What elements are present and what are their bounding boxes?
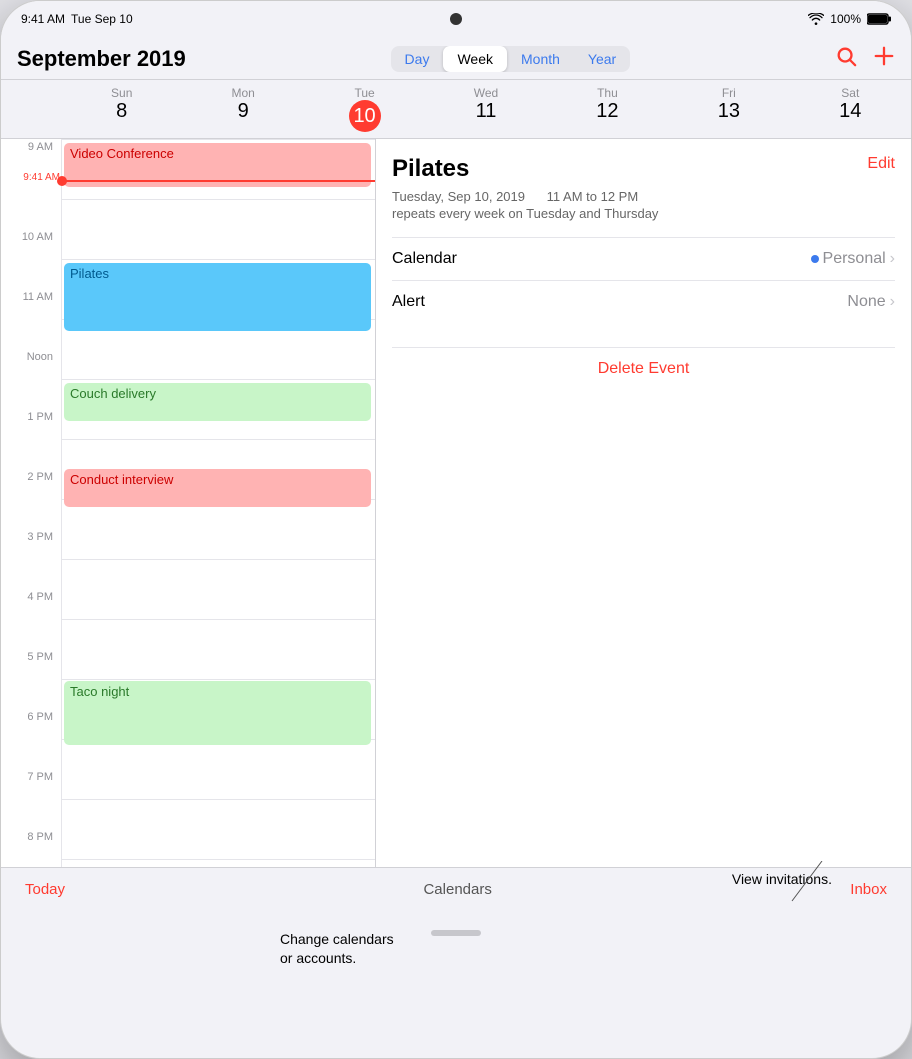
day-label-sat: Sat xyxy=(841,86,859,100)
day-header-fri[interactable]: Fri 13 xyxy=(668,80,789,138)
add-event-button[interactable] xyxy=(873,45,895,73)
hour-label-6pm: 6 PM xyxy=(27,711,53,723)
time-labels: 9 AM 10 AM 11 AM Noon 1 PM 2 PM 3 PM 4 P… xyxy=(1,139,61,867)
current-time-dot xyxy=(57,176,67,186)
camera-notch xyxy=(450,13,462,25)
day-header-tue[interactable]: Tue 10 xyxy=(304,80,425,138)
day-header-sat[interactable]: Sat 14 xyxy=(790,80,911,138)
day-label-tue: Tue xyxy=(354,86,374,100)
today-tab[interactable]: Today xyxy=(25,881,65,898)
event-couch-delivery[interactable]: Couch delivery xyxy=(64,383,371,421)
events-area: 9:41 AM Video Conference Pilates Couch d… xyxy=(61,139,375,867)
event-conduct-interview[interactable]: Conduct interview xyxy=(64,469,371,507)
inbox-tab[interactable]: Inbox xyxy=(850,881,887,898)
hour-label-10am: 10 AM xyxy=(22,231,53,243)
calendar-value: Personal › xyxy=(811,250,895,268)
day-num-wed: 11 xyxy=(425,100,546,123)
day-label-mon: Mon xyxy=(231,86,254,100)
hour-label-5pm: 5 PM xyxy=(27,651,53,663)
day-num-mon: 9 xyxy=(182,100,303,123)
view-day-button[interactable]: Day xyxy=(391,46,444,72)
event-pilates[interactable]: Pilates xyxy=(64,263,371,331)
detail-date: Tuesday, Sep 10, 2019 11 AM to 12 PM xyxy=(392,189,895,204)
detail-title: Pilates xyxy=(392,155,469,183)
chevron-icon: › xyxy=(890,250,895,268)
app-title: September 2019 xyxy=(17,46,186,72)
day-label-thu: Thu xyxy=(597,86,618,100)
search-icon xyxy=(835,45,857,67)
day-label-wed: Wed xyxy=(474,86,498,100)
day-num-thu: 12 xyxy=(547,100,668,123)
home-area xyxy=(1,911,911,955)
status-time: 9:41 AM xyxy=(21,12,65,26)
detail-header: Pilates Edit xyxy=(392,155,895,183)
hour-label-noon: Noon xyxy=(27,351,53,363)
view-year-button[interactable]: Year xyxy=(574,46,630,72)
chevron-icon-alert: › xyxy=(890,293,895,311)
event-title-video-conference: Video Conference xyxy=(70,146,174,161)
delete-event-button[interactable]: Delete Event xyxy=(392,347,895,390)
day-num-fri: 13 xyxy=(668,100,789,123)
calendar-dot xyxy=(811,255,819,263)
edit-button[interactable]: Edit xyxy=(867,155,895,173)
app-header: September 2019 Day Week Month Year xyxy=(1,37,911,80)
event-title-conduct-interview: Conduct interview xyxy=(70,472,173,487)
view-selector: Day Week Month Year xyxy=(391,46,631,72)
detail-panel: Pilates Edit Tuesday, Sep 10, 2019 11 AM… xyxy=(376,139,911,867)
calendars-tab[interactable]: Calendars xyxy=(423,881,491,898)
status-right: 100% xyxy=(808,12,891,26)
detail-calendar-row[interactable]: Calendar Personal › xyxy=(392,237,895,280)
day-header-wed[interactable]: Wed 11 xyxy=(425,80,546,138)
time-gutter-header xyxy=(1,80,61,138)
hour-label-1pm: 1 PM xyxy=(27,411,53,423)
detail-alert-row[interactable]: Alert None › xyxy=(392,280,895,323)
day-header-thu[interactable]: Thu 12 xyxy=(547,80,668,138)
home-indicator[interactable] xyxy=(431,930,481,936)
calendar-label: Calendar xyxy=(392,250,457,268)
day-num-tue: 10 xyxy=(349,100,381,132)
main-area: 9 AM 10 AM 11 AM Noon 1 PM 2 PM 3 PM 4 P… xyxy=(1,139,911,867)
day-header-mon[interactable]: Mon 9 xyxy=(182,80,303,138)
detail-repeat: repeats every week on Tuesday and Thursd… xyxy=(392,206,895,221)
event-title-couch-delivery: Couch delivery xyxy=(70,386,156,401)
days-header: Sun 8 Mon 9 Tue 10 Wed 11 Thu 12 xyxy=(61,80,911,138)
event-title-taco-night: Taco night xyxy=(70,684,129,699)
day-num-sat: 14 xyxy=(790,100,911,123)
status-left: 9:41 AM Tue Sep 10 xyxy=(21,12,133,26)
alert-value: None › xyxy=(847,293,895,311)
hour-label-8pm: 8 PM xyxy=(27,831,53,843)
plus-icon xyxy=(873,45,895,67)
wifi-icon xyxy=(808,13,824,25)
hour-label-11am: 11 AM xyxy=(23,291,53,303)
day-header-sun[interactable]: Sun 8 xyxy=(61,80,182,138)
search-button[interactable] xyxy=(835,45,857,73)
event-title-pilates: Pilates xyxy=(70,266,109,281)
view-month-button[interactable]: Month xyxy=(507,46,574,72)
status-date: Tue Sep 10 xyxy=(71,12,133,26)
alert-label: Alert xyxy=(392,293,425,311)
battery-icon xyxy=(867,13,891,25)
current-time-indicator xyxy=(62,180,375,182)
device-frame: 9:41 AM Tue Sep 10 100% September 2019 D… xyxy=(0,0,912,1059)
tab-bar: Today Calendars Inbox xyxy=(1,867,911,911)
day-label-fri: Fri xyxy=(722,86,736,100)
hour-label-4pm: 4 PM xyxy=(27,591,53,603)
day-header-row: Sun 8 Mon 9 Tue 10 Wed 11 Thu 12 xyxy=(1,80,911,139)
header-actions xyxy=(835,45,895,73)
event-taco-night[interactable]: Taco night xyxy=(64,681,371,745)
current-time-label: 9:41 AM xyxy=(8,172,60,183)
hour-label-2pm: 2 PM xyxy=(27,471,53,483)
calendar-panel[interactable]: 9 AM 10 AM 11 AM Noon 1 PM 2 PM 3 PM 4 P… xyxy=(1,139,376,867)
hour-label-7pm: 7 PM xyxy=(27,771,53,783)
battery-level: 100% xyxy=(830,12,861,26)
hour-label-9am: 9 AM xyxy=(28,141,53,153)
view-week-button[interactable]: Week xyxy=(443,46,507,72)
day-num-sun: 8 xyxy=(61,100,182,123)
hour-label-3pm: 3 PM xyxy=(27,531,53,543)
day-label-sun: Sun xyxy=(111,86,132,100)
